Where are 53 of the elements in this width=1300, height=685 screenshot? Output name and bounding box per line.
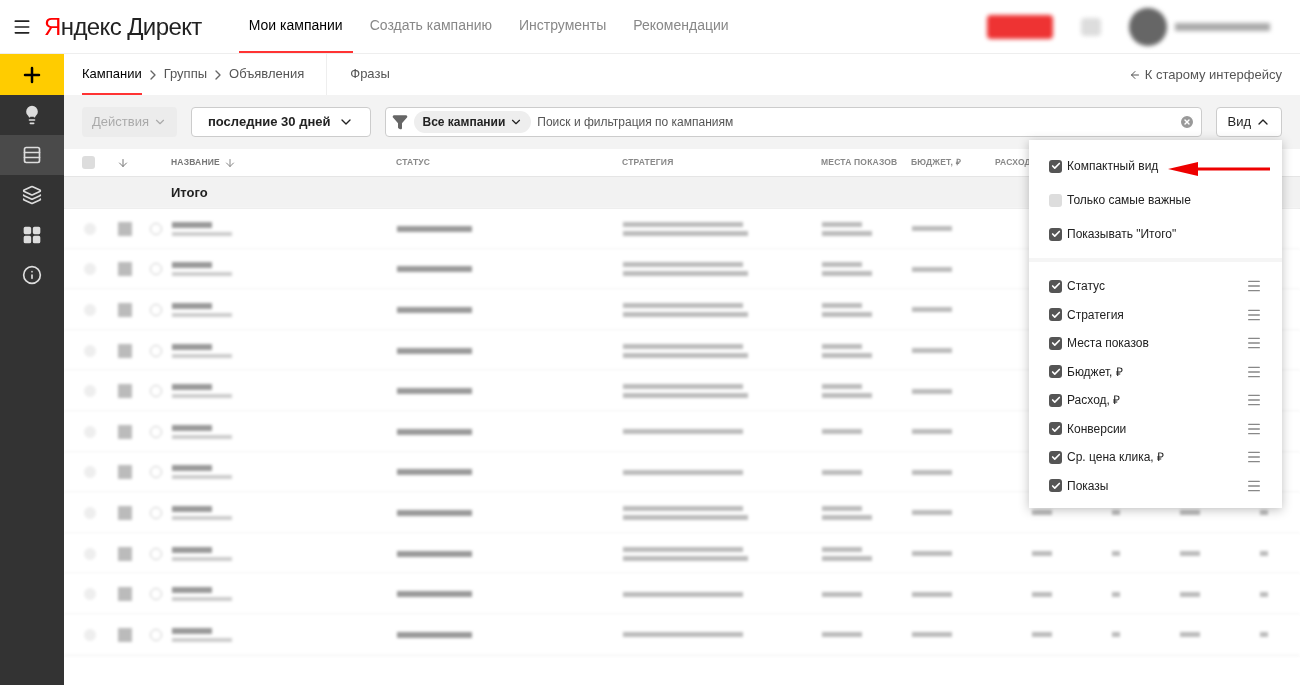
- column-header[interactable]: СТРАТЕГИЯ: [622, 156, 674, 169]
- total-label: Итого: [171, 183, 208, 202]
- list-icon: [22, 145, 42, 165]
- checkbox[interactable]: [1049, 308, 1062, 322]
- nav-tab[interactable]: Рекомендации: [623, 0, 739, 53]
- column-option-label[interactable]: Ср. цена клика, ₽: [1067, 448, 1164, 467]
- stack-icon: [22, 185, 42, 205]
- checkbox[interactable]: [1049, 393, 1062, 407]
- column-option-label[interactable]: Бюджет, ₽: [1067, 362, 1123, 381]
- grid-icon: [22, 225, 42, 245]
- column-option-label[interactable]: Расход, ₽: [1067, 391, 1121, 410]
- select-all-checkbox[interactable]: [82, 156, 95, 169]
- sidebar-item[interactable]: [0, 135, 64, 175]
- column-option-label[interactable]: Места показов: [1067, 334, 1149, 353]
- info-icon: [22, 265, 42, 285]
- breadcrumb-tab[interactable]: Кампании: [82, 54, 142, 95]
- search-field[interactable]: Все кампании Поиск и фильтрация по кампаниям: [385, 107, 1203, 137]
- column-option-label[interactable]: Стратегия: [1067, 305, 1124, 324]
- option-label[interactable]: Только самые важные: [1067, 191, 1191, 209]
- checkbox[interactable]: [1049, 193, 1062, 207]
- sidebar-item[interactable]: [0, 54, 64, 95]
- checkbox[interactable]: [1049, 279, 1062, 293]
- breadcrumb-tab[interactable]: Объявления: [229, 54, 305, 95]
- column-header[interactable]: СТАТУС: [396, 156, 431, 169]
- checkbox[interactable]: [1049, 479, 1062, 493]
- checkbox[interactable]: [1049, 365, 1062, 379]
- checkbox[interactable]: [1049, 159, 1062, 173]
- column-option-label[interactable]: Статус: [1067, 277, 1105, 296]
- arrow-left-icon: [1128, 68, 1141, 81]
- logo[interactable]: Яндекс Директ: [44, 8, 202, 45]
- breadcrumb-tab[interactable]: Группы: [163, 54, 208, 95]
- old-interface-link[interactable]: К старому интерфейсу: [1128, 64, 1282, 85]
- column-option-label[interactable]: Конверсии: [1067, 419, 1127, 438]
- checkbox[interactable]: [1049, 336, 1062, 350]
- clear-icon[interactable]: [1179, 114, 1196, 130]
- column-header[interactable]: БЮДЖЕТ, ₽: [911, 156, 961, 169]
- nav-tab[interactable]: Инструменты: [509, 0, 617, 53]
- sort-arrow-icon: [224, 156, 236, 169]
- search-input[interactable]: Поиск и фильтрация по кампаниям: [537, 113, 1174, 131]
- period-dropdown[interactable]: последние 30 дней: [190, 107, 372, 137]
- phrases-tab[interactable]: Фразы: [350, 54, 390, 95]
- checkbox[interactable]: [1049, 422, 1062, 436]
- column-header[interactable]: НАЗВАНИЕ: [171, 156, 236, 169]
- view-button[interactable]: Вид: [1216, 107, 1282, 137]
- column-option-label[interactable]: Показы: [1067, 476, 1109, 495]
- filter-icon: [392, 114, 409, 130]
- checkbox[interactable]: [1049, 227, 1062, 241]
- column-header[interactable]: МЕСТА ПОКАЗОВ: [821, 156, 898, 169]
- option-label[interactable]: Компактный вид: [1067, 157, 1159, 175]
- campaigns-filter-chip[interactable]: Все кампании: [414, 111, 532, 133]
- nav-tab[interactable]: Создать кампанию: [359, 0, 502, 53]
- option-label[interactable]: Показывать "Итого": [1067, 225, 1177, 243]
- checkbox[interactable]: [1049, 450, 1062, 464]
